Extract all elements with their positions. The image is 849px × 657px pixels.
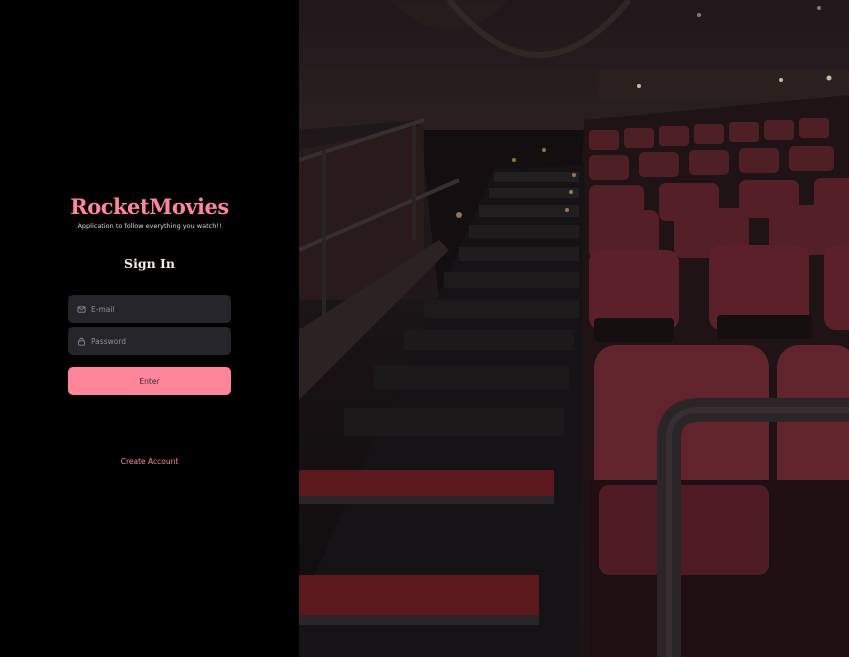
- sign-in-panel: RocketMovies Application to follow every…: [0, 0, 299, 657]
- theater-image: [299, 0, 849, 657]
- form-title: Sign In: [124, 256, 175, 271]
- enter-button[interactable]: Enter: [68, 367, 231, 395]
- email-input[interactable]: [91, 295, 231, 323]
- brand: RocketMovies Application to follow every…: [68, 193, 231, 230]
- password-input[interactable]: [91, 327, 231, 355]
- mail-icon: [77, 305, 86, 313]
- app-title: RocketMovies: [70, 194, 229, 219]
- movie-theater-background: [299, 0, 849, 657]
- create-account-link[interactable]: Create Account: [68, 457, 231, 466]
- email-field[interactable]: [68, 295, 231, 323]
- app-subtitle: Application to follow everything you wat…: [77, 222, 222, 230]
- lock-icon: [77, 337, 86, 346]
- password-field[interactable]: [68, 327, 231, 355]
